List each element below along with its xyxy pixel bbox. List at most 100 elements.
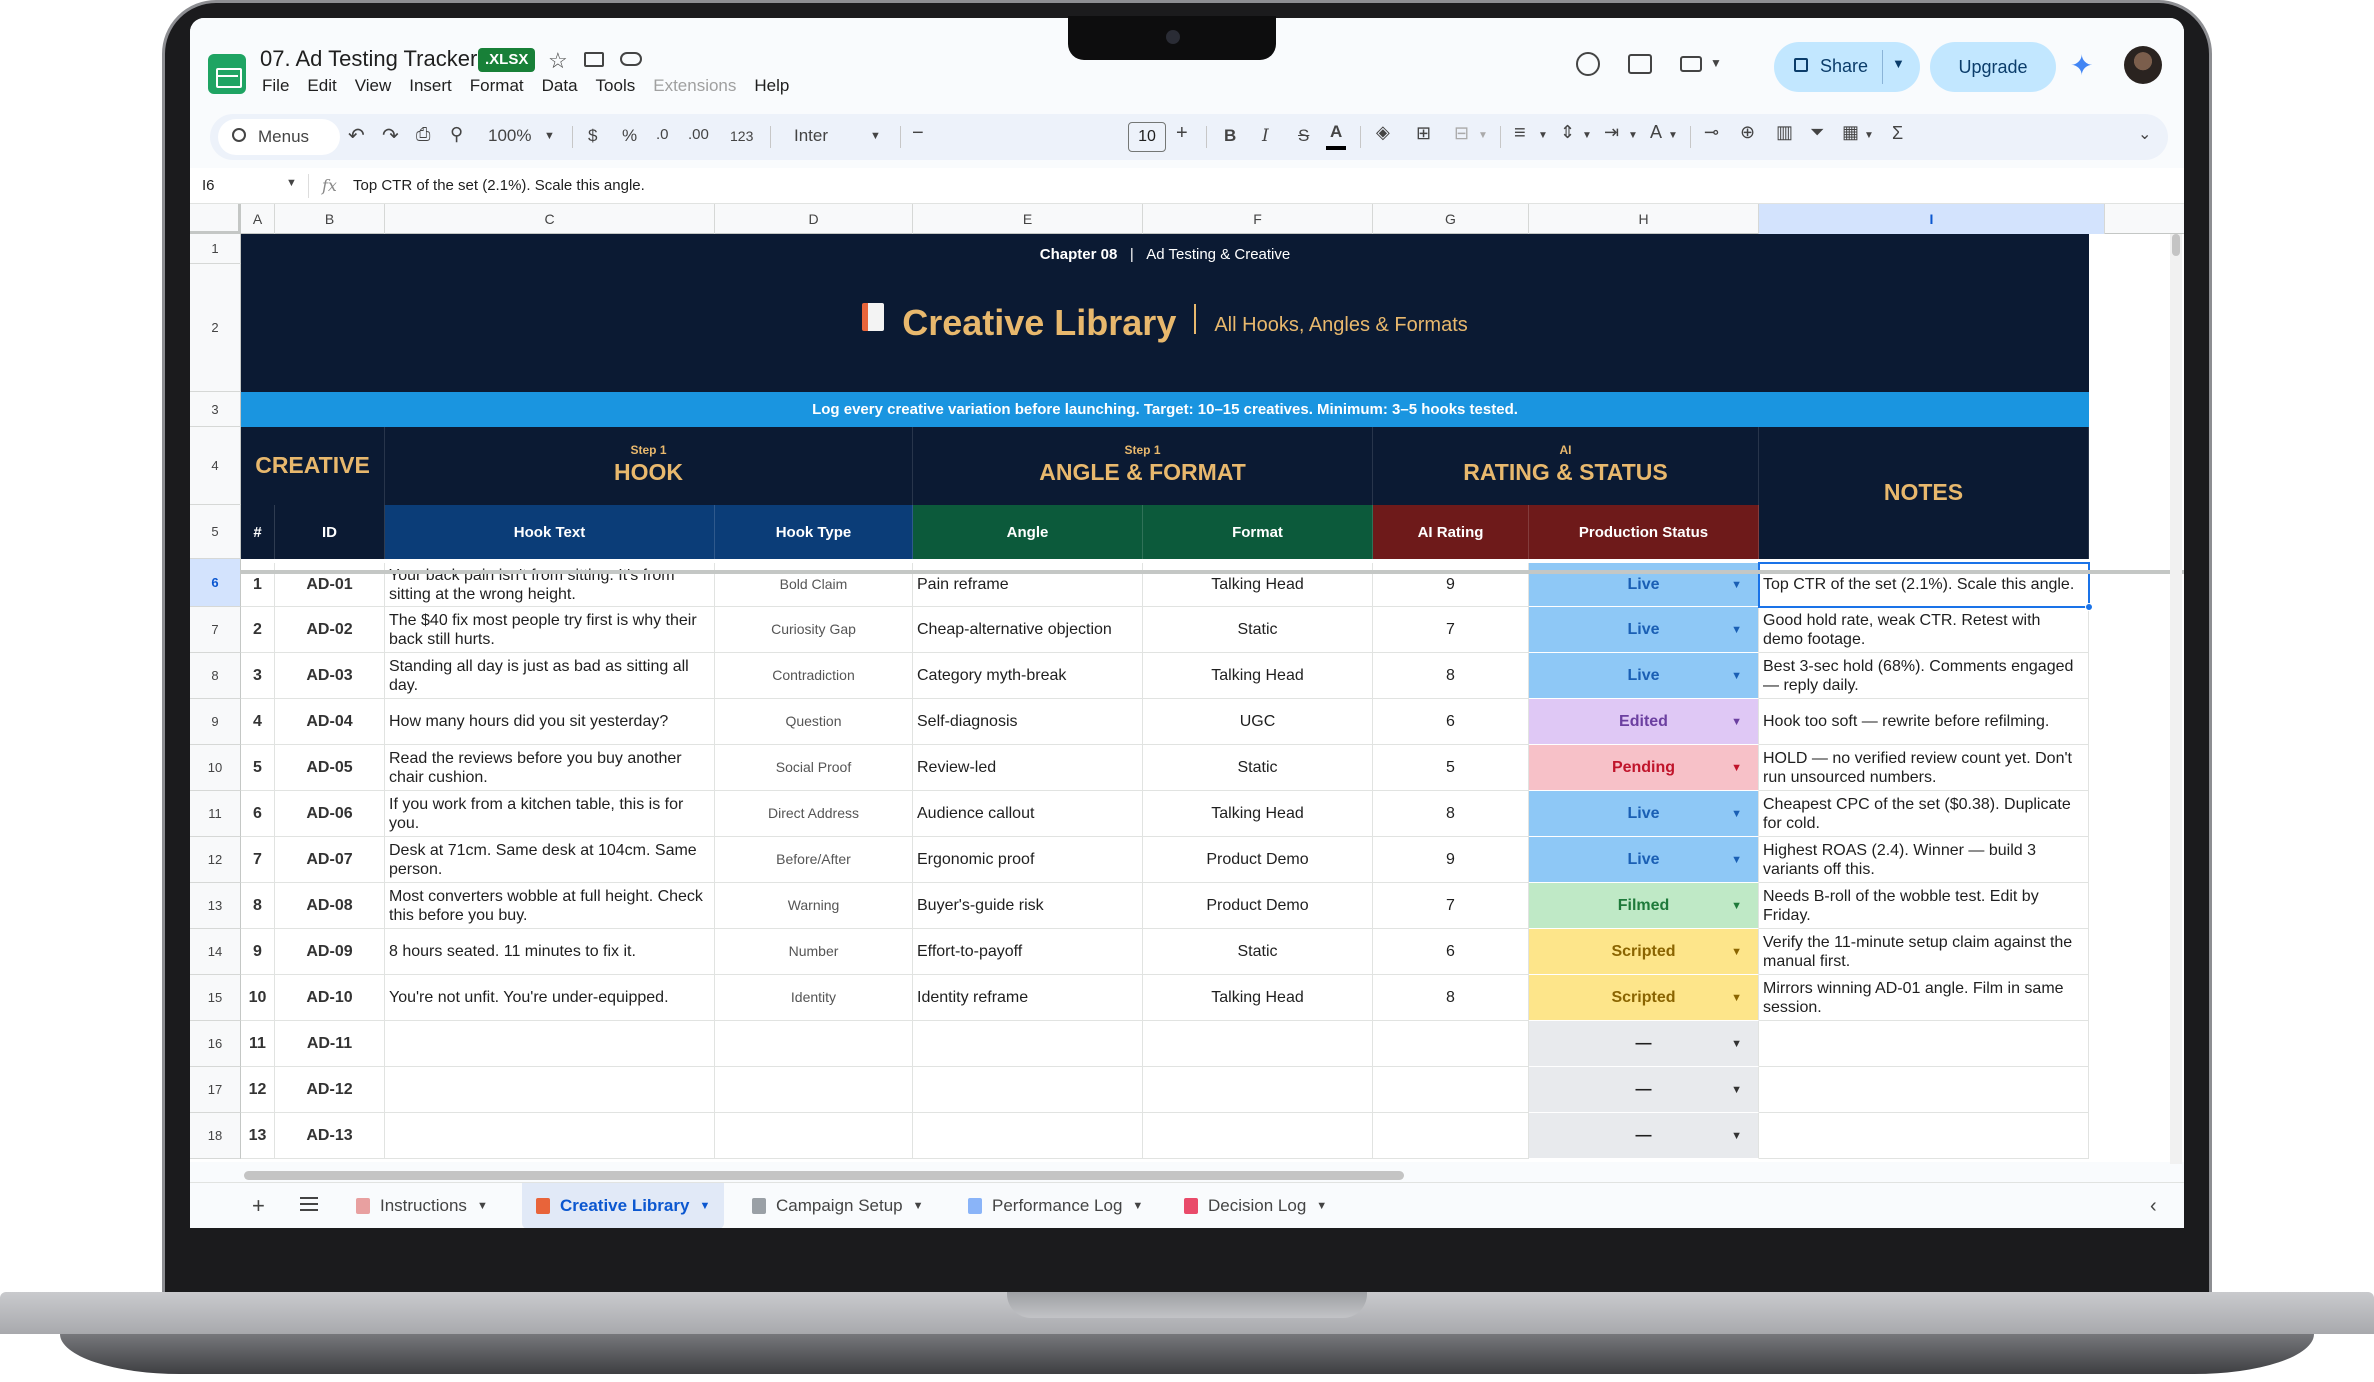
hook-type-cell[interactable]: Identity <box>715 975 913 1021</box>
chevron-down-icon[interactable]: ▼ <box>1731 1084 1742 1096</box>
hook-text-cell[interactable] <box>385 1113 715 1159</box>
column-header-h[interactable]: H <box>1529 204 1759 234</box>
undo-icon[interactable]: ↶ <box>348 123 365 148</box>
row-number-cell[interactable]: 7 <box>241 837 275 883</box>
hook-text-cell[interactable]: Read the reviews before you buy another … <box>385 745 715 791</box>
chevron-down-icon[interactable]: ▼ <box>1731 624 1742 636</box>
ai-rating-cell[interactable] <box>1373 1067 1529 1113</box>
collapse-toolbar-icon[interactable]: ⌄ <box>2138 124 2151 144</box>
column-header-g[interactable]: G <box>1373 204 1529 234</box>
text-color-button[interactable]: A <box>1330 122 1342 142</box>
row-header-1[interactable]: 1 <box>190 234 241 264</box>
bold-button[interactable]: B <box>1224 126 1236 146</box>
ai-rating-cell[interactable] <box>1373 1113 1529 1159</box>
functions-button[interactable]: Σ <box>1892 123 1903 144</box>
hook-text-cell[interactable]: The $40 fix most people try first is why… <box>385 607 715 653</box>
hook-text-cell[interactable] <box>385 1067 715 1113</box>
insert-link-icon[interactable]: ⊸ <box>1704 122 1719 143</box>
creative-id-cell[interactable]: AD-03 <box>275 653 385 699</box>
hook-type-cell[interactable]: Direct Address <box>715 791 913 837</box>
angle-cell[interactable] <box>913 1113 1143 1159</box>
row-header-13[interactable]: 13 <box>190 883 241 929</box>
hook-text-cell[interactable]: Standing all day is just as bad as sitti… <box>385 653 715 699</box>
creative-id-cell[interactable]: AD-06 <box>275 791 385 837</box>
format-cell[interactable]: UGC <box>1143 699 1373 745</box>
name-box[interactable]: I6 <box>202 177 215 194</box>
chevron-down-icon[interactable]: ▼ <box>1710 56 1722 70</box>
row-header-6[interactable]: 6 <box>190 559 241 607</box>
decrease-decimal-button[interactable]: .0 <box>656 126 669 143</box>
chevron-down-icon[interactable]: ▼ <box>1478 130 1488 141</box>
print-icon[interactable]: ⎙ <box>416 124 430 145</box>
column-header-c[interactable]: C <box>385 204 715 234</box>
chevron-down-icon[interactable]: ▼ <box>1731 1130 1742 1142</box>
angle-cell[interactable]: Buyer's-guide risk <box>913 883 1143 929</box>
row-header-14[interactable]: 14 <box>190 929 241 975</box>
production-status-dropdown[interactable]: — ▼ <box>1529 1021 1759 1067</box>
row-number-cell[interactable]: 8 <box>241 883 275 929</box>
fill-handle[interactable] <box>2085 603 2093 611</box>
meet-icon[interactable] <box>1680 56 1702 72</box>
hook-type-cell[interactable]: Social Proof <box>715 745 913 791</box>
vertical-scroll-thumb[interactable] <box>2172 234 2180 256</box>
hook-text-cell[interactable]: You're not unfit. You're under-equipped. <box>385 975 715 1021</box>
chevron-down-icon[interactable]: ▼ <box>1538 130 1548 141</box>
vertical-scrollbar[interactable] <box>2170 234 2182 1164</box>
comments-icon[interactable] <box>1628 54 1652 74</box>
select-all-corner[interactable] <box>190 204 241 234</box>
fill-color-icon[interactable]: ◈ <box>1376 122 1390 143</box>
font-select[interactable]: Inter <box>794 126 828 146</box>
column-header-d[interactable]: D <box>715 204 913 234</box>
zoom-select[interactable]: 100% <box>488 126 531 146</box>
chevron-down-icon[interactable]: ▼ <box>1892 56 1905 71</box>
notes-cell[interactable] <box>1759 1021 2089 1067</box>
gemini-sparkle-icon[interactable]: ✦ <box>2070 52 2093 80</box>
format-cell[interactable] <box>1143 1021 1373 1067</box>
chevron-down-icon[interactable]: ▼ <box>1316 1200 1327 1212</box>
row-header-7[interactable]: 7 <box>190 607 241 653</box>
format-cell[interactable]: Talking Head <box>1143 653 1373 699</box>
row-header-4[interactable]: 4 <box>190 427 241 505</box>
hook-text-cell[interactable]: If you work from a kitchen table, this i… <box>385 791 715 837</box>
production-status-dropdown[interactable]: Scripted ▼ <box>1529 929 1759 975</box>
vertical-align-icon[interactable]: ⇕ <box>1560 122 1575 143</box>
chevron-down-icon[interactable]: ▼ <box>1864 130 1874 141</box>
angle-cell[interactable]: Effort-to-payoff <box>913 929 1143 975</box>
chevron-down-icon[interactable]: ▼ <box>1731 900 1742 912</box>
menu-edit[interactable]: Edit <box>307 76 336 96</box>
chevron-down-icon[interactable]: ▼ <box>1731 992 1742 1004</box>
hook-text-cell[interactable]: 8 hours seated. 11 minutes to fix it. <box>385 929 715 975</box>
row-number-cell[interactable]: 13 <box>241 1113 275 1159</box>
chevron-down-icon[interactable]: ▼ <box>913 1200 924 1212</box>
merge-cells-icon[interactable]: ⊟ <box>1454 123 1469 144</box>
add-sheet-icon[interactable]: + <box>252 1193 265 1219</box>
formula-input[interactable]: Top CTR of the set (2.1%). Scale this an… <box>353 177 645 194</box>
creative-id-cell[interactable]: AD-04 <box>275 699 385 745</box>
hook-type-cell[interactable]: Number <box>715 929 913 975</box>
angle-cell[interactable]: Identity reframe <box>913 975 1143 1021</box>
format-cell[interactable]: Static <box>1143 929 1373 975</box>
hook-text-cell[interactable]: Most converters wobble at full height. C… <box>385 883 715 929</box>
ai-rating-cell[interactable]: 6 <box>1373 699 1529 745</box>
hook-type-cell[interactable] <box>715 1113 913 1159</box>
insert-comment-icon[interactable]: ⊕ <box>1740 122 1755 143</box>
document-title[interactable]: 07. Ad Testing Tracker <box>260 46 477 72</box>
angle-cell[interactable] <box>913 1021 1143 1067</box>
chevron-down-icon[interactable]: ▼ <box>1731 946 1742 958</box>
hook-text-cell[interactable] <box>385 1021 715 1067</box>
ai-rating-cell[interactable]: 8 <box>1373 653 1529 699</box>
sheets-logo-icon[interactable] <box>208 54 246 94</box>
production-status-dropdown[interactable]: Edited ▼ <box>1529 699 1759 745</box>
production-status-dropdown[interactable]: — ▼ <box>1529 1067 1759 1113</box>
menu-tools[interactable]: Tools <box>596 76 636 96</box>
chevron-down-icon[interactable]: ▼ <box>1132 1200 1143 1212</box>
hook-type-cell[interactable]: Warning <box>715 883 913 929</box>
version-history-icon[interactable] <box>1576 52 1600 76</box>
horizontal-scroll-thumb[interactable] <box>244 1171 1404 1180</box>
redo-icon[interactable]: ↷ <box>382 123 399 148</box>
chevron-left-icon[interactable]: ‹ <box>2150 1195 2157 1218</box>
row-header-16[interactable]: 16 <box>190 1021 241 1067</box>
row-number-cell[interactable]: 2 <box>241 607 275 653</box>
format-cell[interactable]: Talking Head <box>1143 975 1373 1021</box>
notes-cell[interactable]: HOLD — no verified review count yet. Don… <box>1759 745 2089 791</box>
